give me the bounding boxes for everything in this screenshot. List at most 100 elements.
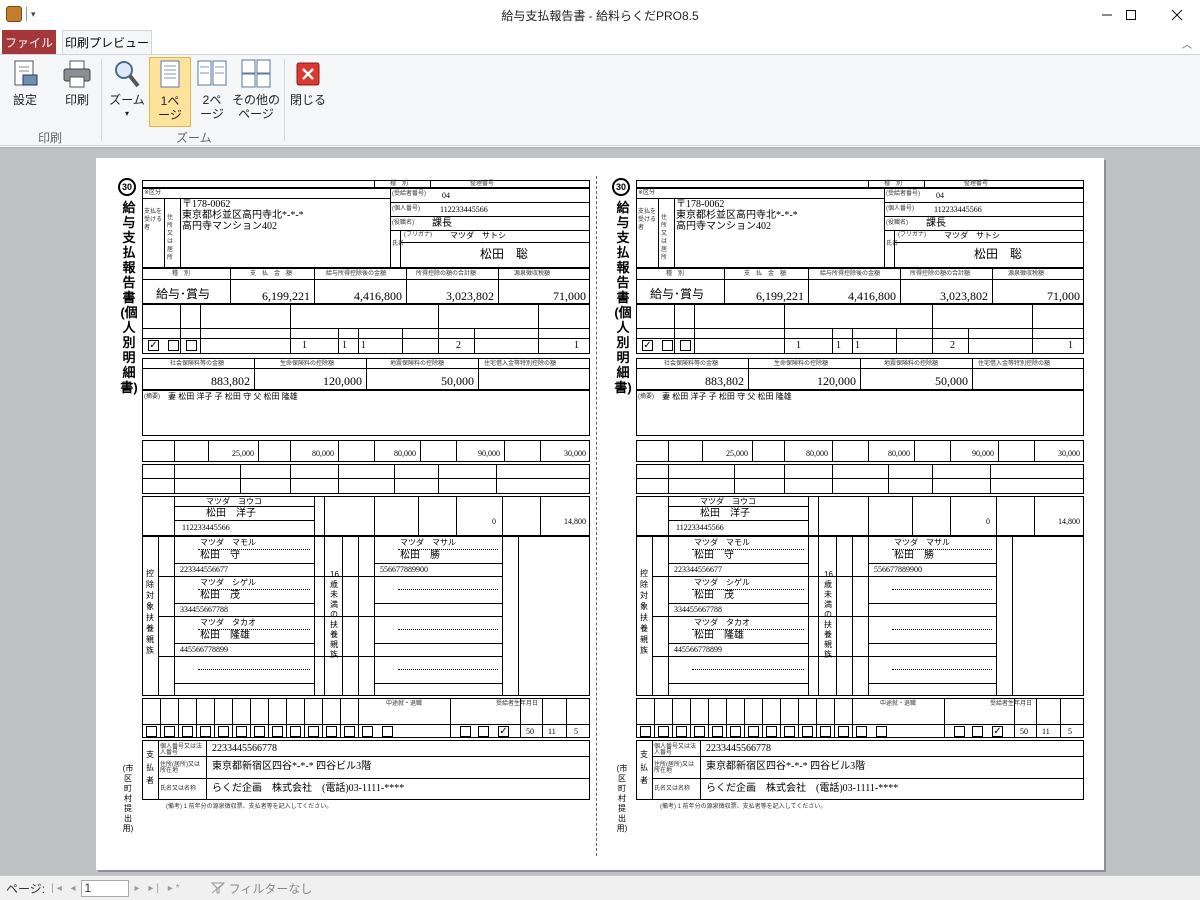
single-page-icon [160,60,180,88]
dependents-individual-no: 223344556677 [180,565,228,574]
status-checkbox[interactable] [712,726,723,737]
payer-address: 東京都新宿区四谷*-*-* 四谷ビル3階 [706,761,866,772]
checkbox-3[interactable] [186,340,197,351]
status-checkbox[interactable] [658,726,669,737]
remarks-text: 妻 松田 洋子 子 松田 守 父 松田 隆雄 [168,392,298,401]
close-preview-button[interactable]: 閉じる [290,59,326,107]
beneficiary-no-label: (受給者番号) [886,191,920,197]
dependent-count-5: 1 [574,340,579,351]
status-checkbox[interactable] [676,726,687,737]
kubun-label: ※区分 [144,190,162,196]
status-checkbox[interactable] [784,726,795,737]
zoom-button[interactable]: ズーム ▾ [108,59,146,121]
checkbox-1[interactable]: ✓ [642,340,653,351]
status-checkbox[interactable] [272,726,283,737]
status-checkbox[interactable] [802,726,813,737]
app-window: ▾ 給与支払報告書 - 給料らくだPRO8.5 ファイル 印刷プレビュー ︿ 設… [0,0,1200,900]
dependent-count-3: 1 [855,340,860,351]
tab-file[interactable]: ファイル [2,30,56,54]
housing-loan-table [142,464,590,494]
recipient-zip: 〒178-0062 [676,199,725,210]
status-checkbox[interactable] [972,726,983,737]
dependent-count-1: 1 [302,340,307,351]
checkbox-1[interactable]: ✓ [148,340,159,351]
national-pension: 14,800 [564,517,586,526]
spouse-individual-no: 112233445566 [182,523,230,532]
remarks-text: 妻 松田 洋子 子 松田 守 父 松田 隆雄 [662,392,792,401]
dependents-furigana: マツダ タカオ [694,618,750,627]
filter-icon [210,882,225,894]
status-checkbox[interactable] [344,726,355,737]
payment-type: 給与･賞与 [156,287,211,301]
dependents-count-table [636,304,1084,354]
status-checkbox[interactable] [694,726,705,737]
dependent-count-5: 1 [1068,340,1073,351]
spouse-name: 松田 洋子 [206,508,256,519]
status-checkbox[interactable] [748,726,759,737]
dependents-count-table [142,304,590,354]
status-checkbox[interactable] [640,726,651,737]
dependents-individual-no: 334455667788 [674,605,722,614]
status-checkbox[interactable] [164,726,175,737]
status-checkbox[interactable] [954,726,965,737]
chevron-up-icon[interactable]: ︿ [1182,36,1192,51]
filter-indicator[interactable]: フィルターなし [210,880,313,897]
status-checkbox[interactable] [478,726,489,737]
status-checkbox[interactable] [876,726,887,737]
checkbox-2[interactable] [168,340,179,351]
beneficiary-no: 04 [442,191,450,200]
birth-year: 50 [1020,727,1028,736]
preview-area[interactable]: 30 給与支払報告書(個人別明細書) (市区町村提出用) 種 別 整理番号 ※区… [0,147,1200,875]
print-button[interactable]: 印刷 [58,59,96,107]
checkbox-2[interactable] [662,340,673,351]
next-last-page-icons[interactable]: ▸ ▸| ▸* [135,883,183,894]
status-checkbox[interactable] [308,726,319,737]
dependents-furigana: マツダ マモル [200,538,256,547]
status-checkbox[interactable]: ✓ [992,726,1003,737]
maximize-button[interactable] [1108,0,1154,30]
magnifier-icon [115,61,140,88]
status-checkbox[interactable] [218,726,229,737]
status-checkbox[interactable] [730,726,741,737]
status-checkbox[interactable] [820,726,831,737]
page-label: ページ: [6,881,46,896]
status-checkbox[interactable] [290,726,301,737]
status-checkbox[interactable] [856,726,867,737]
other-pages-button[interactable]: その他の ページ [232,59,280,121]
status-checkbox[interactable] [460,726,471,737]
kubun-label: ※区分 [638,190,656,196]
status-checkbox[interactable] [382,726,393,737]
close-window-button[interactable] [1154,0,1200,30]
status-checkbox[interactable] [182,726,193,737]
social-insurance: 883,802 [705,374,744,388]
one-page-button[interactable]: 1ペ ージ [149,57,191,127]
checkbox-3[interactable] [680,340,691,351]
recipient-furigana: マツダ サトシ [450,231,506,240]
dependent-count-2: 1 [342,340,347,351]
two-pages-label: 2ペ ージ [200,93,224,121]
first-prev-page-icons[interactable]: |◂ ◂ [51,883,78,894]
recipient-furigana: マツダ サトシ [944,231,1000,240]
spouse-income: 0 [986,517,990,526]
status-checkbox[interactable]: ✓ [498,726,509,737]
status-checkbox[interactable] [200,726,211,737]
status-checkbox[interactable] [236,726,247,737]
tab-print-preview[interactable]: 印刷プレビュー [62,30,152,54]
status-checkbox[interactable] [838,726,849,737]
filter-label: フィルターなし [228,881,313,896]
page-number-input[interactable]: 1 [80,879,129,897]
two-pages-icon [197,60,227,86]
status-checkbox[interactable] [146,726,157,737]
recipient-address-2: 高円寺マンション402 [676,221,771,232]
two-pages-button[interactable]: 2ペ ージ [194,59,230,121]
payment-type: 給与･賞与 [650,287,705,301]
dependents-individual-no: 334455667788 [180,605,228,614]
status-checkbox[interactable] [326,726,337,737]
printer-icon [63,60,91,88]
status-checkbox[interactable] [362,726,373,737]
address-label: 住所又は居所 [167,215,174,261]
status-checkbox[interactable] [766,726,777,737]
setup-button[interactable]: 設定 [6,59,44,107]
status-checkbox[interactable] [254,726,265,737]
payer-name: らくだ企画 株式会社 (電話)03-1111-**** [212,783,405,794]
